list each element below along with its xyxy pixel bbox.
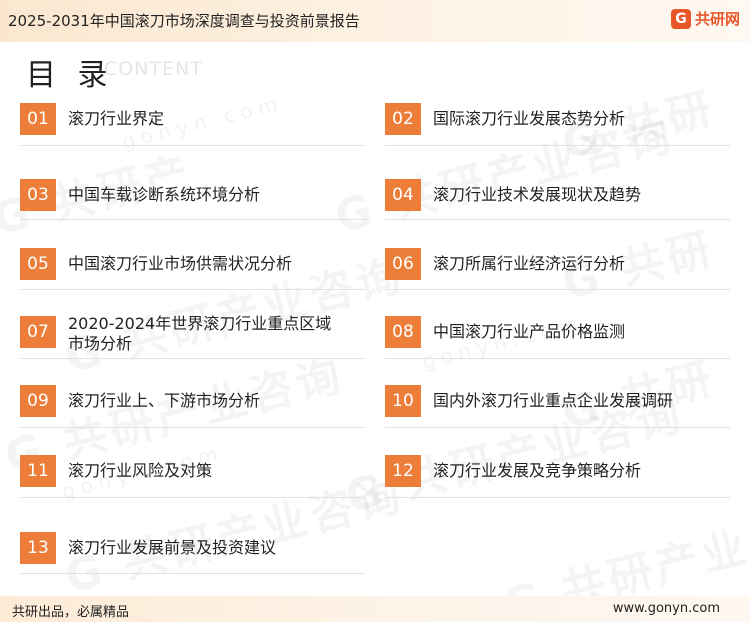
divider: [20, 427, 365, 428]
toc-item-number: 07: [20, 316, 56, 348]
divider: [20, 289, 365, 290]
footer-bar: 共研出品，必属精品 www.gonyn.com: [0, 596, 750, 622]
toc-item-number: 11: [20, 455, 56, 487]
toc-item-number: 12: [385, 455, 421, 487]
toc-item-number: 01: [20, 103, 56, 135]
logo-text: 共研网: [694, 10, 740, 28]
header-bar: 2025-2031年中国滚刀市场深度调查与投资前景报告 G 共研网: [0, 0, 750, 42]
divider: [385, 289, 730, 290]
toc-item-label: 中国车载诊断系统环境分析: [68, 185, 261, 204]
report-title: 2025-2031年中国滚刀市场深度调查与投资前景报告: [8, 12, 360, 30]
toc-item-label: 滚刀行业风险及对策: [68, 461, 213, 480]
divider: [385, 427, 730, 428]
toc-item-label: 滚刀行业上、下游市场分析: [68, 391, 261, 410]
toc-subheading: CONTENT: [104, 58, 203, 80]
divider: [385, 219, 730, 220]
toc-item-number: 06: [385, 248, 421, 280]
toc-item-label: 滚刀行业发展及竞争策略分析: [433, 461, 642, 480]
toc-item-label: 滚刀行业界定: [68, 109, 165, 128]
logo-g-icon: G: [670, 8, 691, 29]
divider: [20, 497, 365, 498]
divider: [385, 145, 730, 146]
toc-item-number: 04: [385, 179, 421, 211]
toc-item-number: 09: [20, 385, 56, 417]
toc-item-number: 02: [385, 103, 421, 135]
divider: [20, 573, 365, 574]
divider: [385, 497, 730, 498]
toc-item-number: 13: [20, 532, 56, 564]
brand-logo: G 共研网: [670, 8, 740, 29]
toc-heading: 目 录: [26, 58, 114, 93]
toc-item-number: 08: [385, 316, 421, 348]
divider: [20, 358, 365, 359]
toc-item-label: 国际滚刀行业发展态势分析: [433, 109, 626, 128]
toc-item-label: 滚刀行业技术发展现状及趋势: [433, 185, 642, 204]
toc-item-number: 10: [385, 385, 421, 417]
toc-item-label: 2020-2024年世界滚刀行业重点区域市场分析: [68, 314, 332, 353]
toc-item-number: 03: [20, 179, 56, 211]
toc-item-label: 中国滚刀行业市场供需状况分析: [68, 254, 293, 273]
toc-item-label: 中国滚刀行业产品价格监测: [433, 322, 626, 341]
toc-item-label: 国内外滚刀行业重点企业发展调研: [433, 391, 674, 410]
toc-item-label: 滚刀行业发展前景及投资建议: [68, 538, 277, 557]
toc-item-number: 05: [20, 248, 56, 280]
divider: [20, 219, 365, 220]
toc-item-label: 滚刀所属行业经济运行分析: [433, 254, 626, 273]
footer-url: www.gonyn.com: [612, 601, 720, 616]
divider: [385, 358, 730, 359]
divider: [20, 145, 365, 146]
footer-slogan: 共研出品，必属精品: [12, 605, 130, 620]
